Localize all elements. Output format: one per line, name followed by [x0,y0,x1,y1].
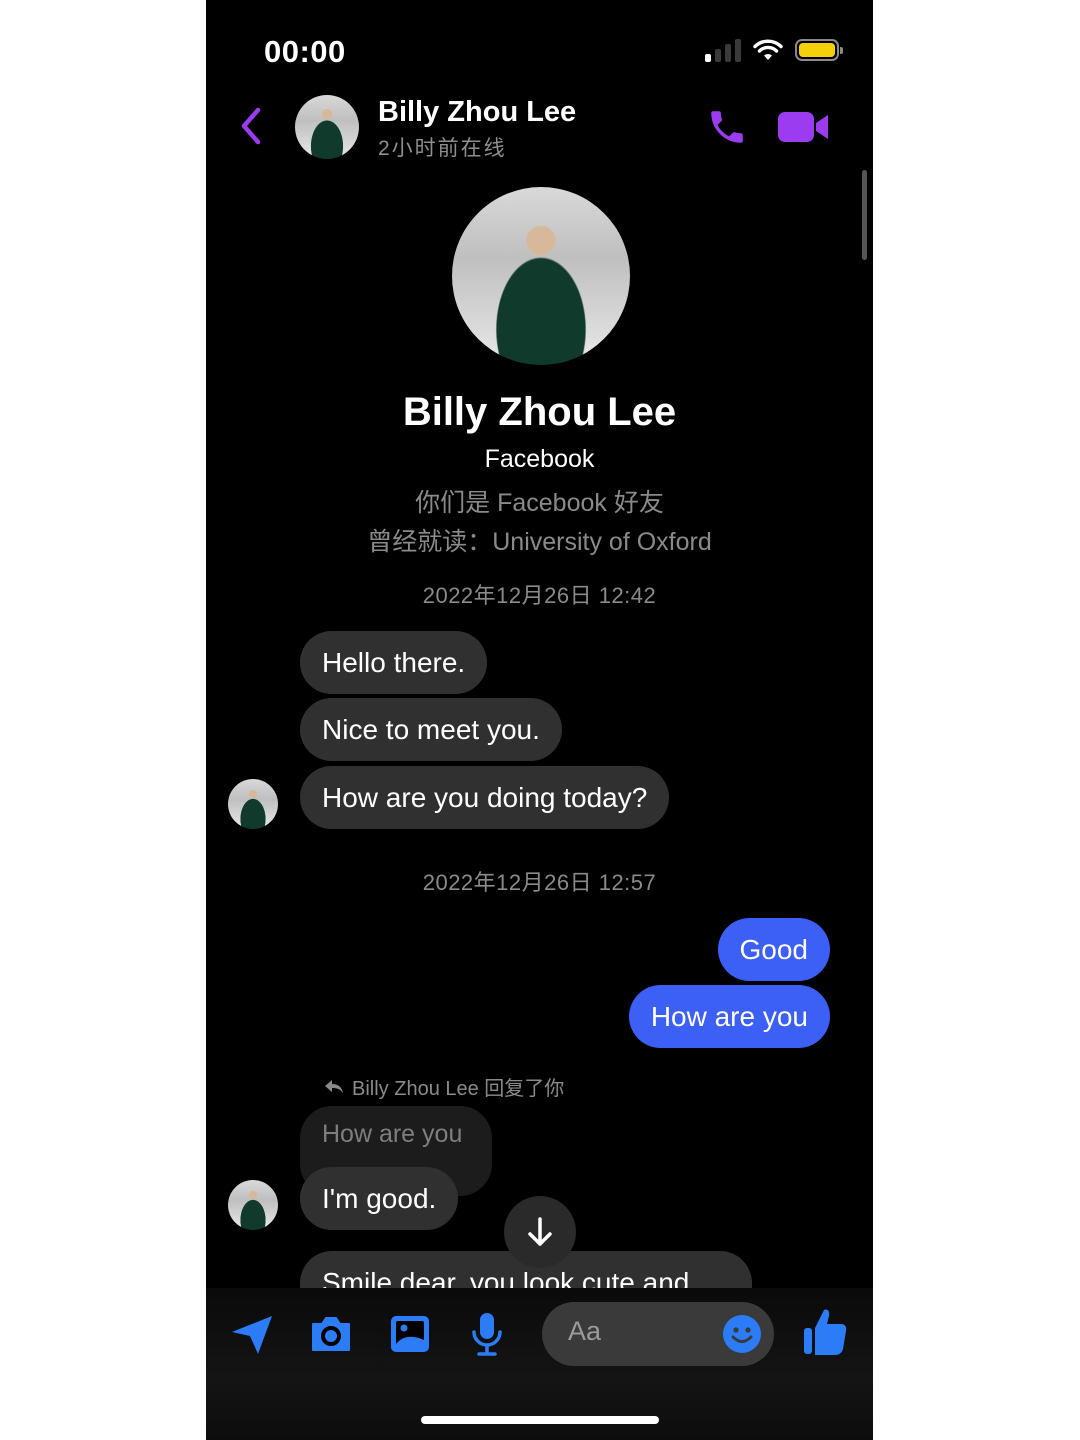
profile-platform: Facebook [484,445,595,473]
presence-status: 2小时前在线 [378,137,507,160]
video-camera-icon[interactable] [778,110,830,144]
cellular-signal-icon [705,38,741,62]
message-input-placeholder: Aa [568,1316,602,1346]
reply-indicator: Billy Zhou Lee 回复了你 [324,1072,564,1101]
sender-avatar[interactable] [228,779,278,829]
scrollbar[interactable] [862,170,867,260]
phone-icon[interactable] [706,106,748,148]
timestamp: 2022年12月26日 12:42 [422,583,657,608]
message-input[interactable]: Aa [542,1302,774,1366]
home-indicator[interactable] [421,1416,659,1424]
profile-name: Billy Zhou Lee [402,390,677,434]
battery-icon [795,39,843,61]
incoming-message[interactable]: Hello there. [300,631,488,694]
incoming-message[interactable]: I'm good. [300,1167,459,1230]
outgoing-message[interactable]: How are you [628,985,830,1048]
gallery-icon[interactable] [386,1310,434,1358]
chat-header: Billy Zhou Lee 2小时前在线 [206,90,873,165]
incoming-message[interactable]: Nice to meet you. [300,698,562,761]
status-icons [705,38,843,62]
camera-icon[interactable] [307,1310,355,1358]
contact-avatar[interactable] [295,95,359,159]
wifi-icon [753,39,783,60]
microphone-icon[interactable] [463,1310,511,1358]
outgoing-message[interactable]: Good [717,918,830,981]
timestamp: 2022年12月26日 12:57 [422,870,657,895]
profile-education: 曾经就读：University of Oxford [367,528,712,556]
reply-label-text: Billy Zhou Lee 回复了你 [352,1078,565,1100]
reply-arrow-icon [325,1079,343,1093]
arrow-down-icon [528,1217,552,1246]
message-composer: Aa [206,1288,873,1440]
emoji-icon[interactable] [722,1314,762,1354]
status-time: 00:00 [264,34,346,69]
scroll-to-bottom-button[interactable] [504,1196,576,1268]
sender-avatar[interactable] [228,1180,278,1230]
thumbs-up-icon[interactable] [802,1306,848,1358]
contact-name[interactable]: Billy Zhou Lee [378,96,576,129]
back-chevron-icon[interactable] [236,106,266,146]
profile-friend-status: 你们是 Facebook 好友 [415,489,664,517]
profile-avatar[interactable] [452,187,630,365]
location-arrow-icon[interactable] [228,1310,276,1358]
incoming-message[interactable]: How are you doing today? [300,766,670,829]
messenger-screen: 00:00 Billy Zhou Lee 2小时前在线 Billy Zhou L… [206,0,873,1440]
